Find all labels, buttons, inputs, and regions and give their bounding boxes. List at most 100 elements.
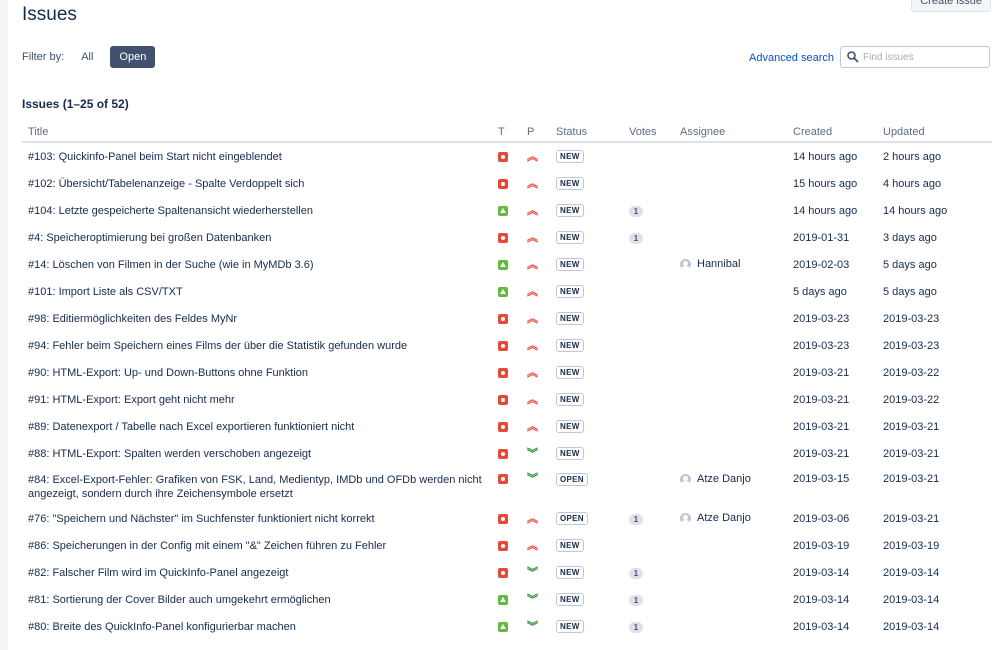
issue-type-cell xyxy=(492,532,521,559)
issue-title-link[interactable]: #82: Falscher Film wird im QuickInfo-Pan… xyxy=(28,567,288,579)
issue-updated-cell: 5 days ago xyxy=(883,285,937,298)
column-header-assignee[interactable]: Assignee xyxy=(674,123,787,143)
issue-updated-cell: 2019-03-19 xyxy=(883,539,940,552)
issue-created-cell: 2019-03-19 xyxy=(793,539,850,552)
filter-open-button[interactable]: Open xyxy=(110,46,156,68)
priority-major-icon: ︽ xyxy=(527,258,538,271)
issue-updated-cell: 2019-03-14 xyxy=(883,566,940,579)
issue-status-cell: NEW xyxy=(550,278,623,305)
votes-badge: 1 xyxy=(629,205,643,217)
table-row[interactable]: #4: Speicheroptimierung bei großen Daten… xyxy=(22,224,992,251)
issue-title-link[interactable]: #103: Quickinfo-Panel beim Start nicht e… xyxy=(28,151,282,163)
bug-type-icon xyxy=(498,474,508,485)
assignee-name[interactable]: Hannibal xyxy=(697,259,740,271)
issue-type-cell xyxy=(492,467,521,505)
create-issue-button[interactable]: Create issue xyxy=(911,0,991,12)
issue-votes-cell: 1 xyxy=(623,224,674,251)
issue-title-link[interactable]: #4: Speicheroptimierung bei großen Daten… xyxy=(28,232,271,244)
table-row[interactable]: #14: Löschen von Filmen in der Suche (wi… xyxy=(22,251,992,278)
column-header-votes[interactable]: Votes xyxy=(623,123,674,143)
issue-votes-cell xyxy=(623,170,674,197)
column-header-created[interactable]: Created xyxy=(787,123,877,143)
issue-title-link[interactable]: #101: Import Liste als CSV/TXT xyxy=(28,286,183,298)
bug-type-icon xyxy=(498,313,508,324)
issue-priority-cell: ︽ xyxy=(521,251,550,278)
column-header-title[interactable]: Title xyxy=(22,123,492,143)
column-header-status[interactable]: Status xyxy=(550,123,623,143)
search-input[interactable] xyxy=(861,51,985,63)
table-row[interactable]: #86: Speicherungen in der Config mit ein… xyxy=(22,532,992,559)
bug-type-icon xyxy=(498,540,508,551)
issue-title-link[interactable]: #88: HTML-Export: Spalten werden verscho… xyxy=(28,448,311,460)
table-row[interactable]: #81: Sortierung der Cover Bilder auch um… xyxy=(22,586,992,613)
table-row[interactable]: #98: Editiermöglichkeiten des Feldes MyN… xyxy=(22,305,992,332)
issue-title-link[interactable]: #80: Breite des QuickInfo-Panel konfigur… xyxy=(28,621,296,633)
issue-assignee-cell xyxy=(674,197,787,224)
table-row[interactable]: #82: Falscher Film wird im QuickInfo-Pan… xyxy=(22,559,992,586)
enhancement-type-icon xyxy=(498,594,508,605)
issue-title-link[interactable]: #76: "Speichern und Nächster" im Suchfen… xyxy=(28,513,375,525)
assignee-name[interactable]: Atze Danjo xyxy=(697,473,751,485)
table-row[interactable]: #94: Fehler beim Speichern eines Films d… xyxy=(22,332,992,359)
table-row[interactable]: #84: Excel-Export-Fehler: Grafiken von F… xyxy=(22,467,992,505)
issue-votes-cell xyxy=(623,413,674,440)
issue-title-link[interactable]: #84: Excel-Export-Fehler: Grafiken von F… xyxy=(28,474,482,500)
search-icon xyxy=(847,51,859,63)
issue-title-link[interactable]: #104: Letzte gespeicherte Spaltenansicht… xyxy=(28,205,313,217)
table-row[interactable]: #102: Übersicht/Tabelenanzeige - Spalte … xyxy=(22,170,992,197)
issue-updated-cell: 14 hours ago xyxy=(883,204,948,217)
table-row[interactable]: #91: HTML-Export: Export geht nicht mehr… xyxy=(22,386,992,413)
priority-major-icon: ︽ xyxy=(527,512,538,525)
search-box[interactable] xyxy=(840,46,990,68)
filter-all-button[interactable]: All xyxy=(72,46,102,68)
issue-created-cell: 2019-03-15 xyxy=(793,473,850,485)
issue-title-link[interactable]: #102: Übersicht/Tabelenanzeige - Spalte … xyxy=(28,178,304,190)
column-header-priority[interactable]: P xyxy=(521,123,550,143)
issue-updated-cell: 4 hours ago xyxy=(883,177,942,190)
column-header-type[interactable]: T xyxy=(492,123,521,143)
issue-created-cell: 14 hours ago xyxy=(793,204,858,217)
column-header-updated[interactable]: Updated xyxy=(877,123,992,143)
table-row[interactable]: #88: HTML-Export: Spalten werden verscho… xyxy=(22,440,992,467)
table-row[interactable]: #104: Letzte gespeicherte Spaltenansicht… xyxy=(22,197,992,224)
issue-updated-cell: 2019-03-21 xyxy=(883,420,940,433)
votes-badge: 1 xyxy=(629,513,643,525)
enhancement-type-icon xyxy=(498,259,508,270)
status-badge: NEW xyxy=(556,447,584,460)
table-row[interactable]: #90: HTML-Export: Up- und Down-Buttons o… xyxy=(22,359,992,386)
priority-minor-icon: ︾ xyxy=(527,447,538,460)
table-row[interactable]: #89: Datenexport / Tabelle nach Excel ex… xyxy=(22,413,992,440)
issue-title-link[interactable]: #94: Fehler beim Speichern eines Films d… xyxy=(28,340,407,352)
issue-title-cell: #94: Fehler beim Speichern eines Films d… xyxy=(22,332,492,359)
issue-status-cell: NEW xyxy=(550,559,623,586)
issue-title-link[interactable]: #14: Löschen von Filmen in der Suche (wi… xyxy=(28,259,314,271)
table-row[interactable]: #103: Quickinfo-Panel beim Start nicht e… xyxy=(22,142,992,170)
issue-assignee-cell xyxy=(674,278,787,305)
filter-bar: Filter by: All Open xyxy=(22,45,156,69)
bug-type-icon xyxy=(498,421,508,432)
advanced-search-link[interactable]: Advanced search xyxy=(749,52,834,64)
issue-votes-cell xyxy=(623,532,674,559)
table-row[interactable]: #80: Breite des QuickInfo-Panel konfigur… xyxy=(22,613,992,640)
issue-status-cell: OPEN xyxy=(550,467,623,505)
table-row[interactable]: #101: Import Liste als CSV/TXT ︽ NEW 5 days… xyxy=(22,278,992,305)
issue-title-link[interactable]: #91: HTML-Export: Export geht nicht mehr xyxy=(28,394,235,406)
issue-title-link[interactable]: #90: HTML-Export: Up- und Down-Buttons o… xyxy=(28,367,308,379)
table-row[interactable]: #76: "Speichern und Nächster" im Suchfen… xyxy=(22,505,992,532)
issue-votes-cell xyxy=(623,467,674,505)
issue-status-cell: NEW xyxy=(550,142,623,170)
issue-votes-cell xyxy=(623,142,674,170)
issue-title-link[interactable]: #81: Sortierung der Cover Bilder auch um… xyxy=(28,594,331,606)
issue-title-link[interactable]: #98: Editiermöglichkeiten des Feldes MyN… xyxy=(28,313,237,325)
issue-type-cell xyxy=(492,505,521,532)
bug-type-icon xyxy=(498,513,508,524)
issue-title-link[interactable]: #86: Speicherungen in der Config mit ein… xyxy=(28,540,386,552)
issue-type-cell xyxy=(492,170,521,197)
issue-type-cell xyxy=(492,559,521,586)
issue-assignee-cell xyxy=(674,332,787,359)
table-header-row: Title T P Status Votes Assignee Created … xyxy=(22,123,992,143)
issue-title-link[interactable]: #89: Datenexport / Tabelle nach Excel ex… xyxy=(28,421,354,433)
bug-type-icon xyxy=(498,394,508,405)
issues-page: Issues Create issue Filter by: All Open … xyxy=(0,0,999,650)
assignee-name[interactable]: Atze Danjo xyxy=(697,513,751,525)
